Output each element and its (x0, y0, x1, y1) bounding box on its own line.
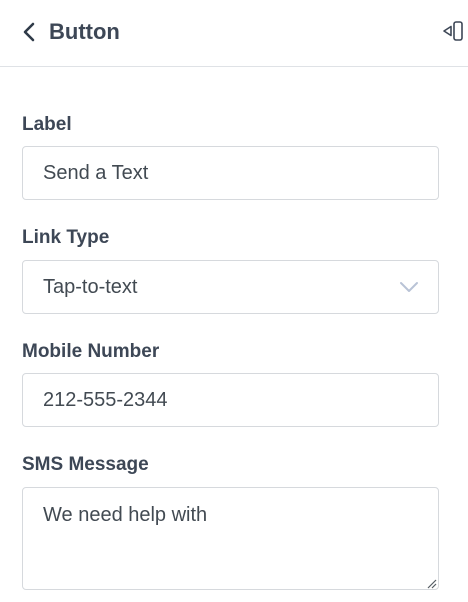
label-input[interactable] (22, 146, 439, 200)
back-button[interactable] (18, 18, 40, 46)
collapse-panel-button[interactable] (440, 19, 466, 43)
sms-message-textarea[interactable]: We need help with (22, 487, 439, 590)
chevron-left-icon (23, 22, 35, 42)
collapse-panel-icon (443, 21, 463, 41)
link-type-selected-value: Tap-to-text (43, 275, 138, 298)
resize-handle-icon[interactable] (425, 577, 437, 589)
mobile-number-input[interactable] (22, 373, 439, 427)
panel-title: Button (49, 19, 120, 44)
link-type-field-label: Link Type (22, 227, 110, 248)
link-type-select[interactable]: Tap-to-text (22, 260, 439, 314)
sms-message-field-label: SMS Message (22, 454, 149, 475)
chevron-down-icon (398, 280, 420, 294)
label-field-label: Label (22, 114, 72, 135)
panel-header: Button (0, 0, 468, 67)
mobile-number-field-label: Mobile Number (22, 341, 160, 362)
